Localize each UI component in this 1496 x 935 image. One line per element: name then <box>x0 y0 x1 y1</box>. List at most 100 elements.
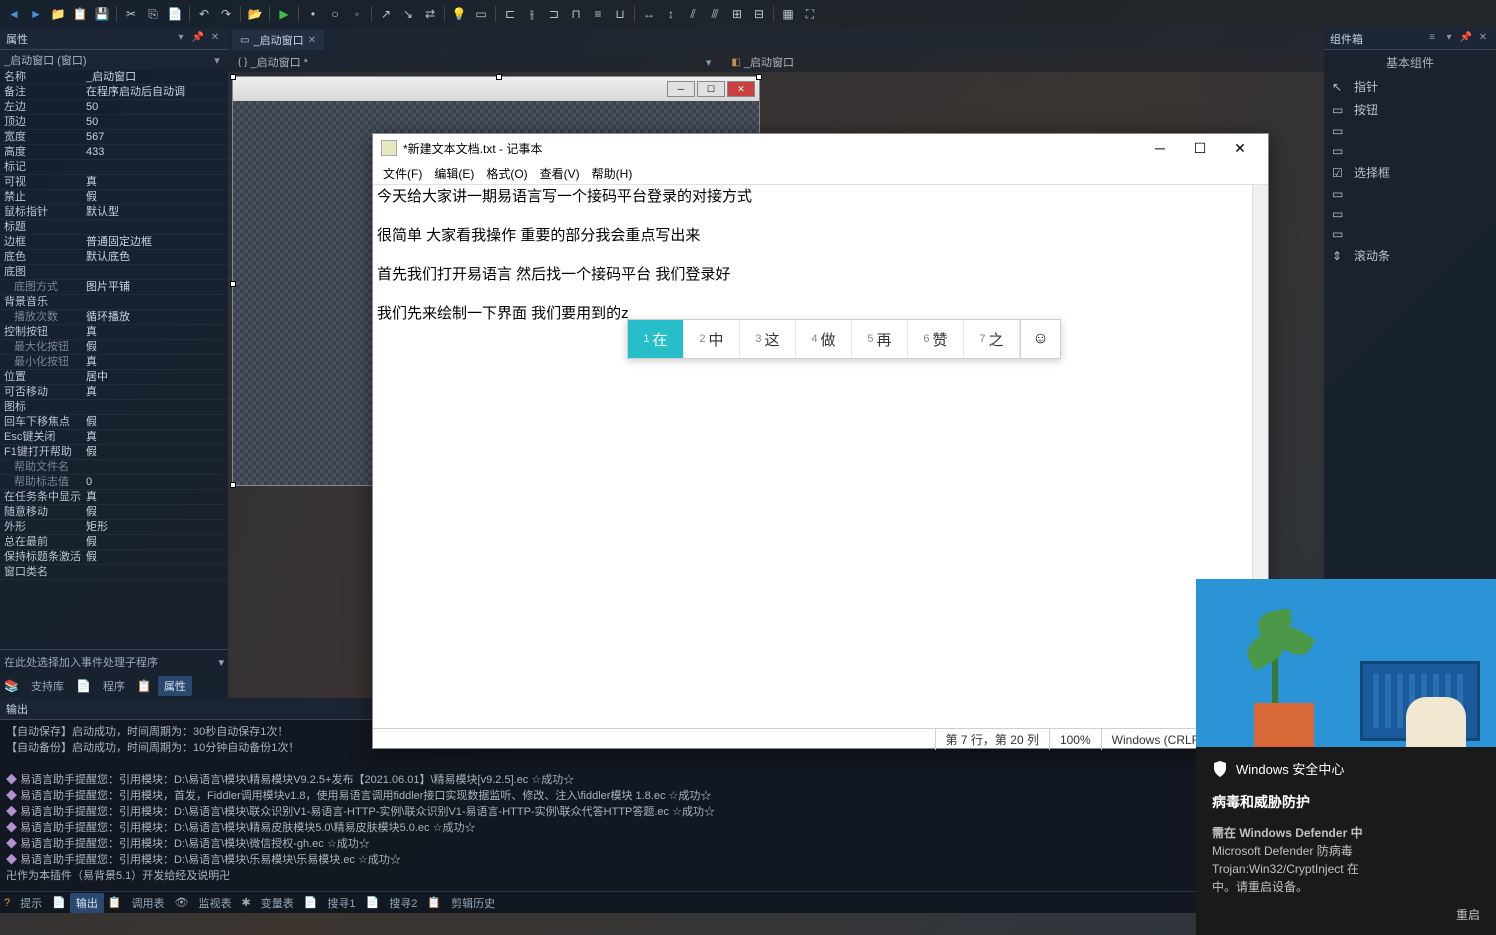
property-value[interactable]: 433 <box>82 145 228 159</box>
bulb-icon[interactable]: 💡 <box>449 4 469 24</box>
component-scrollbar[interactable]: ⇕滚动条 <box>1324 244 1496 267</box>
property-value[interactable] <box>82 160 228 174</box>
property-value[interactable]: 在程序启动后自动调 <box>82 85 228 99</box>
property-row[interactable]: 背景音乐 <box>0 295 228 310</box>
copy-folder-icon[interactable]: 📋 <box>70 4 90 24</box>
property-value[interactable]: 假 <box>82 445 228 459</box>
ime-candidate[interactable]: 4做 <box>796 320 852 358</box>
property-row[interactable]: 备注在程序启动后自动调 <box>0 85 228 100</box>
undo-icon[interactable]: ↶ <box>194 4 214 24</box>
property-row[interactable]: 鼠标指针默认型 <box>0 205 228 220</box>
property-value[interactable] <box>82 220 228 234</box>
property-row[interactable]: 边框普通固定边框 <box>0 235 228 250</box>
property-row[interactable]: 最大化按钮假 <box>0 340 228 355</box>
property-row[interactable]: 禁止假 <box>0 190 228 205</box>
size5-icon[interactable]: ⊞ <box>727 4 747 24</box>
grid1-icon[interactable]: ▦ <box>778 4 798 24</box>
paste-icon[interactable]: 📄 <box>165 4 185 24</box>
align-bot-icon[interactable]: ⊔ <box>610 4 630 24</box>
align-center-icon[interactable]: ⫲ <box>522 4 542 24</box>
property-row[interactable]: 播放次数循环播放 <box>0 310 228 325</box>
ime-candidate[interactable]: 1在 <box>628 320 684 358</box>
property-value[interactable]: 0 <box>82 475 228 489</box>
close-button[interactable]: ✕ <box>727 81 755 97</box>
property-row[interactable]: 控制按钮真 <box>0 325 228 340</box>
run-icon[interactable]: ▶ <box>274 4 294 24</box>
copy-icon[interactable]: ⎘ <box>143 4 163 24</box>
card-icon[interactable]: ▭ <box>471 4 491 24</box>
panel-pin-icon[interactable]: 📌 <box>1459 32 1473 46</box>
property-value[interactable] <box>82 265 228 279</box>
property-value[interactable] <box>82 460 228 474</box>
size2-icon[interactable]: ↕ <box>661 4 681 24</box>
subtab-code[interactable]: { } _启动窗口 * <box>232 54 314 70</box>
property-value[interactable]: 567 <box>82 130 228 144</box>
property-row[interactable]: 可否移动真 <box>0 385 228 400</box>
property-value[interactable] <box>82 400 228 414</box>
panel-close-icon[interactable]: ✕ <box>208 32 222 46</box>
tab-search2[interactable]: 搜寻2 <box>383 893 423 913</box>
property-value[interactable]: 假 <box>82 340 228 354</box>
forward-icon[interactable]: ► <box>26 4 46 24</box>
folder-icon[interactable]: 📁 <box>48 4 68 24</box>
notepad-titlebar[interactable]: *新建文本文档.txt - 记事本 ─ ☐ ✕ <box>373 134 1268 162</box>
save-icon[interactable]: 💾 <box>92 4 112 24</box>
property-value[interactable]: 真 <box>82 385 228 399</box>
back-icon[interactable]: ◄ <box>4 4 24 24</box>
break3-icon[interactable]: ◦ <box>347 4 367 24</box>
ime-candidate[interactable]: 3这 <box>740 320 796 358</box>
step-over-icon[interactable]: ⇄ <box>420 4 440 24</box>
property-value[interactable]: 假 <box>82 415 228 429</box>
tab-search1[interactable]: 搜寻1 <box>321 893 361 913</box>
align-mid-icon[interactable]: ≡ <box>588 4 608 24</box>
panel-close-icon[interactable]: ✕ <box>1476 32 1490 46</box>
tab-watch[interactable]: 监视表 <box>193 893 238 913</box>
property-row[interactable]: Esc键关闭真 <box>0 430 228 445</box>
minimize-button[interactable]: ─ <box>1140 135 1180 161</box>
ime-candidate[interactable]: 2中 <box>684 320 740 358</box>
size6-icon[interactable]: ⊟ <box>749 4 769 24</box>
minimize-button[interactable]: ─ <box>667 81 695 97</box>
property-row[interactable]: F1键打开帮助假 <box>0 445 228 460</box>
break2-icon[interactable]: ○ <box>325 4 345 24</box>
property-value[interactable] <box>82 295 228 309</box>
property-row[interactable]: 底图方式图片平铺 <box>0 280 228 295</box>
property-row[interactable]: 标题 <box>0 220 228 235</box>
panel-dropdown-icon[interactable]: ▾ <box>174 32 188 46</box>
tab-program[interactable]: 程序 <box>97 676 131 696</box>
property-value[interactable]: 假 <box>82 190 228 204</box>
property-value[interactable]: 假 <box>82 535 228 549</box>
property-row[interactable]: 图标 <box>0 400 228 415</box>
align-top-icon[interactable]: ⊓ <box>566 4 586 24</box>
property-row[interactable]: 帮助标志值0 <box>0 475 228 490</box>
property-row[interactable]: 底图 <box>0 265 228 280</box>
property-value[interactable]: 默认型 <box>82 205 228 219</box>
tab-tips[interactable]: 提示 <box>14 893 48 913</box>
maximize-button[interactable]: ☐ <box>697 81 725 97</box>
redo-icon[interactable]: ↷ <box>216 4 236 24</box>
property-row[interactable]: 在任务条中显示真 <box>0 490 228 505</box>
property-value[interactable] <box>82 565 228 579</box>
property-value[interactable]: 真 <box>82 355 228 369</box>
step-out-icon[interactable]: ↗ <box>376 4 396 24</box>
panel-dropdown-icon[interactable]: ▾ <box>1442 32 1456 46</box>
panel-pin-icon[interactable]: 📌 <box>191 32 205 46</box>
property-value[interactable]: 假 <box>82 505 228 519</box>
tab-support-lib[interactable]: 支持库 <box>25 676 70 696</box>
ime-emoji-button[interactable]: ☺ <box>1020 320 1060 358</box>
property-value[interactable]: 真 <box>82 325 228 339</box>
close-button[interactable]: ✕ <box>1220 135 1260 161</box>
property-row[interactable]: 外形矩形 <box>0 520 228 535</box>
tab-cliphistory[interactable]: 剪辑历史 <box>445 893 501 913</box>
cut-icon[interactable]: ✂ <box>121 4 141 24</box>
align-left-icon[interactable]: ⊏ <box>500 4 520 24</box>
property-value[interactable]: 真 <box>82 490 228 504</box>
property-row[interactable]: 随意移动假 <box>0 505 228 520</box>
ime-candidate[interactable]: 7之 <box>964 320 1020 358</box>
property-value[interactable]: 图片平铺 <box>82 280 228 294</box>
size3-icon[interactable]: ⫽ <box>683 4 703 24</box>
windows-security-notification[interactable]: Windows 安全中心 病毒和威胁防护 需在 Windows Defender… <box>1196 579 1496 935</box>
property-row[interactable]: 保持标题条激活假 <box>0 550 228 565</box>
folder-open-icon[interactable]: 📂 <box>245 4 265 24</box>
property-row[interactable]: 窗口类名 <box>0 565 228 580</box>
